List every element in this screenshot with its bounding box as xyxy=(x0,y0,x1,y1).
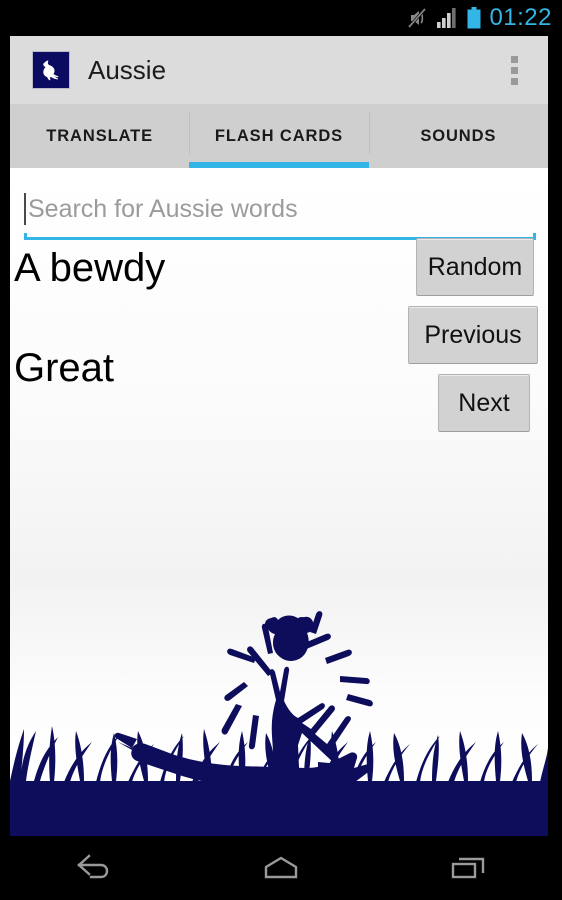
crocodile-silhouette xyxy=(114,732,373,789)
mute-icon xyxy=(407,7,427,29)
text-cursor xyxy=(24,193,26,225)
battery-icon xyxy=(467,7,481,29)
action-bar: Aussie xyxy=(10,36,548,104)
app-frame: Aussie TRANSLATE FLASH CARDS SOUNDS Sear… xyxy=(0,36,562,836)
search-row xyxy=(24,184,536,234)
scenery-illustration xyxy=(10,566,548,836)
tab-label: FLASH CARDS xyxy=(214,126,344,145)
back-button[interactable] xyxy=(0,836,187,900)
phone-screen: 01:22 Aussie TRANSLATE FLASH CARDS SOUND… xyxy=(0,0,562,900)
signal-icon xyxy=(436,8,458,28)
tab-flash-cards[interactable]: FLASH CARDS xyxy=(189,104,369,168)
overflow-dot xyxy=(510,77,518,85)
previous-button[interactable]: Previous xyxy=(408,306,538,364)
app-window: Aussie TRANSLATE FLASH CARDS SOUNDS Sear… xyxy=(10,36,548,836)
home-button[interactable] xyxy=(187,836,374,900)
tab-label: SOUNDS xyxy=(420,126,497,145)
tab-sounds[interactable]: SOUNDS xyxy=(368,104,548,168)
koala-silhouette xyxy=(265,615,314,661)
kangaroo-icon xyxy=(32,51,70,89)
next-button[interactable]: Next xyxy=(438,374,530,432)
app-title: Aussie xyxy=(88,54,167,85)
flash-card-word: A bewdy xyxy=(14,246,166,290)
search-input[interactable] xyxy=(28,194,536,224)
overflow-dot xyxy=(510,55,518,63)
status-bar: 01:22 xyxy=(0,0,562,36)
tree-silhouette xyxy=(221,611,373,811)
tab-translate[interactable]: TRANSLATE xyxy=(10,104,189,168)
random-button[interactable]: Random xyxy=(416,238,534,296)
tab-bar: TRANSLATE FLASH CARDS SOUNDS xyxy=(10,104,548,168)
status-icons xyxy=(407,7,481,29)
flash-card-meaning: Great xyxy=(14,346,115,390)
tab-label: TRANSLATE xyxy=(46,126,154,145)
overflow-dot xyxy=(510,66,518,74)
search-field[interactable] xyxy=(24,184,536,240)
recents-button[interactable] xyxy=(375,836,562,900)
navigation-bar xyxy=(0,836,562,900)
status-clock: 01:22 xyxy=(489,4,552,31)
overflow-menu-button[interactable] xyxy=(494,36,534,104)
grass-silhouette xyxy=(10,726,548,836)
flash-cards-panel: A bewdy Great Random Previous Next xyxy=(10,168,548,836)
